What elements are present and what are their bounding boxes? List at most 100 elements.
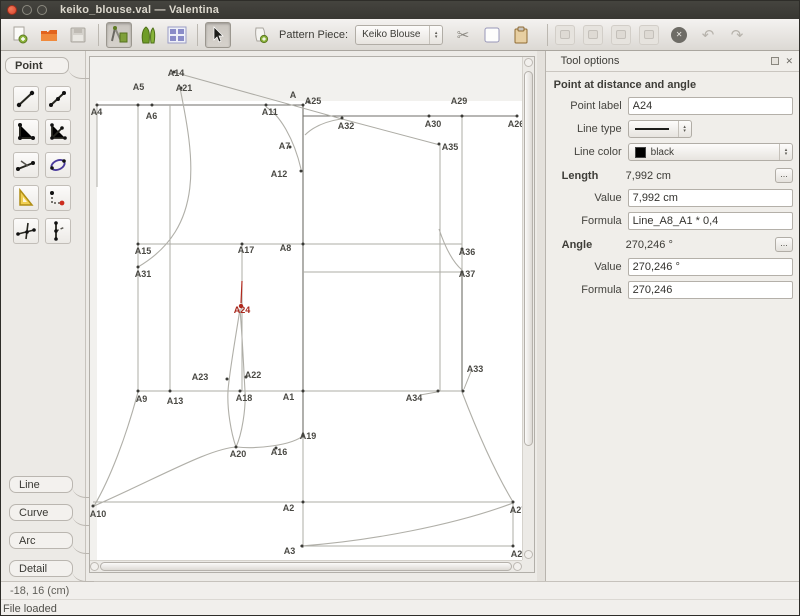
pattern-point-label[interactable]: A12 [271, 169, 288, 179]
pattern-point-label[interactable]: A21 [176, 83, 193, 93]
scroll-right-button[interactable] [513, 562, 522, 571]
pattern-piece-value: Keiko Blouse [362, 29, 420, 40]
tool-perpendicular-point[interactable] [45, 218, 71, 244]
open-file-button[interactable] [36, 22, 62, 48]
tool-triangle[interactable] [13, 185, 39, 211]
hscroll-thumb[interactable] [100, 562, 512, 571]
combo-spinner-icon: ▴▾ [779, 144, 792, 160]
canvas-hscrollbar[interactable] [90, 560, 522, 572]
tool-point-along-line[interactable] [45, 86, 71, 112]
pattern-point-label[interactable]: A34 [406, 393, 423, 403]
pattern-point-label[interactable]: A8 [280, 243, 292, 253]
pattern-point-label[interactable]: A17 [238, 245, 255, 255]
tool-point-segment[interactable] [13, 86, 39, 112]
scroll-left-button[interactable] [90, 562, 99, 571]
tab-curve[interactable]: Curve [9, 504, 73, 521]
pattern-point-label[interactable]: A31 [135, 269, 152, 279]
pattern-point-label[interactable]: A4 [91, 107, 103, 117]
cursor-arrow-icon [209, 26, 227, 44]
quit-icon: ✕ [671, 27, 687, 43]
pattern-point-label[interactable]: A11 [262, 107, 278, 117]
tab-arc[interactable]: Arc [9, 532, 73, 549]
pattern-point-label[interactable]: A32 [338, 121, 355, 131]
layout-mode-button[interactable] [164, 22, 190, 48]
tool-point-curve-intersect[interactable] [45, 152, 71, 178]
arrow-tool-button[interactable] [205, 22, 231, 48]
new-pattern-piece-button[interactable] [248, 22, 274, 48]
export-layout-button[interactable]: ✂ [450, 22, 476, 48]
pattern-point-label[interactable]: A2 [283, 503, 295, 513]
pattern-point-label[interactable]: A9 [136, 394, 148, 404]
pattern-point-label[interactable]: A7 [279, 141, 291, 151]
details-mode-button[interactable] [135, 22, 161, 48]
pattern-point-label[interactable]: A20 [230, 449, 247, 459]
pattern-point-label[interactable]: A15 [135, 246, 152, 256]
disabled-tool-button-4 [639, 25, 659, 45]
float-panel-icon[interactable] [771, 57, 779, 65]
dock-header[interactable]: Tool options ✕ [546, 51, 799, 72]
tool-point-perpendicular[interactable] [13, 119, 39, 145]
pattern-point-label[interactable]: A6 [146, 111, 158, 121]
scroll-up-button[interactable] [524, 58, 533, 67]
length-formula-input[interactable] [628, 212, 793, 230]
length-formula-expand-button[interactable]: ... [775, 168, 793, 183]
close-window-button[interactable] [7, 5, 17, 15]
pattern-point-label[interactable]: A18 [236, 393, 253, 403]
pattern-point-label[interactable]: A35 [442, 142, 459, 152]
panel-splitter[interactable] [537, 51, 545, 581]
tab-line[interactable]: Line [9, 476, 73, 493]
line-color-select[interactable]: black ▴▾ [628, 143, 793, 161]
pattern-point-label[interactable]: A5 [133, 82, 145, 92]
pattern-point-label[interactable]: A14 [168, 68, 185, 78]
pattern-point-label[interactable]: A16 [271, 447, 288, 457]
variables-table-button[interactable] [479, 22, 505, 48]
canvas-vscrollbar[interactable] [522, 57, 534, 560]
tab-detail[interactable]: Detail [9, 560, 73, 577]
new-document-button[interactable] [7, 22, 33, 48]
pattern-point-label[interactable]: A10 [90, 509, 107, 519]
drawing-canvas[interactable]: A A1 A2 A3 A4 A5 A6 A7 A8 A9 A10 A11 A12 A13 A14 A15 A16… [89, 56, 535, 573]
tool-point-line-intersect[interactable] [13, 218, 39, 244]
vscroll-thumb[interactable] [524, 71, 533, 446]
toolbox-panel: Point Line Curve Arc Detail [1, 51, 86, 581]
tool-point-bisector[interactable] [45, 119, 71, 145]
pattern-point-label[interactable]: A23 [192, 372, 209, 382]
scroll-down-button[interactable] [524, 550, 533, 559]
tool-point-x-y[interactable] [45, 185, 71, 211]
tab-line-label: Line [19, 479, 40, 491]
line-type-select[interactable]: ▴▾ [628, 120, 692, 138]
angle-formula-expand-button[interactable]: ... [775, 237, 793, 252]
pattern-point-label[interactable]: A22 [245, 370, 262, 380]
tab-point[interactable]: Point [5, 57, 69, 74]
maximize-window-button[interactable] [37, 5, 47, 15]
pattern-point-label[interactable]: A25 [305, 96, 322, 106]
pattern-point-label[interactable]: A37 [459, 269, 476, 279]
angle-value-input[interactable] [628, 258, 793, 276]
point-label-input[interactable] [628, 97, 793, 115]
pattern-point-label[interactable]: A24 [234, 305, 251, 315]
tool-point-shoulder[interactable] [13, 152, 39, 178]
draw-mode-button[interactable] [106, 22, 132, 48]
pattern-point-label[interactable]: A29 [451, 96, 468, 106]
color-swatch-black [635, 147, 646, 158]
pattern-point-label[interactable]: A1 [283, 392, 295, 402]
cursor-coordinates: -18, 16 (cm) [1, 581, 799, 599]
save-button[interactable] [65, 22, 91, 48]
angle-formula-input[interactable] [628, 281, 793, 299]
clipboard-icon [513, 26, 529, 44]
minimize-window-button[interactable] [22, 5, 32, 15]
toolbar-separator [98, 24, 99, 46]
close-panel-icon[interactable]: ✕ [785, 57, 793, 66]
pattern-point-label[interactable]: A [290, 90, 297, 100]
pattern-point-label[interactable]: A36 [459, 247, 476, 257]
pattern-point-label[interactable]: A3 [284, 546, 296, 556]
history-button[interactable] [508, 22, 534, 48]
pattern-point-label[interactable]: A19 [300, 431, 317, 441]
pattern-point-label[interactable]: A33 [467, 364, 484, 374]
quit-button[interactable]: ✕ [666, 22, 692, 48]
pattern-point-label[interactable]: A30 [425, 119, 442, 129]
length-value-input[interactable] [628, 189, 793, 207]
angle-value-label: Value [554, 261, 628, 273]
pattern-point-label[interactable]: A13 [167, 396, 184, 406]
pattern-piece-select[interactable]: Keiko Blouse ▴▾ [355, 25, 443, 45]
